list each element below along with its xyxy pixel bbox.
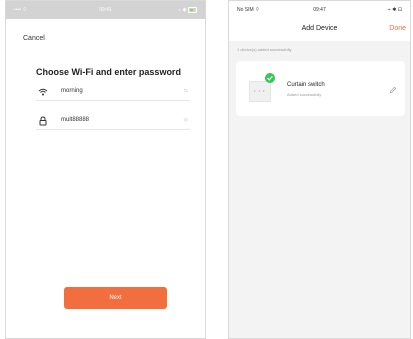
status-bar: •••• ⌔ 09:41 ⌁ ✱ xyxy=(6,1,205,19)
device-status: Added successfully xyxy=(287,92,322,97)
switch-network-icon[interactable]: ⇆ xyxy=(184,88,188,94)
device-card[interactable]: • • • Curtain switch Added successfully xyxy=(236,61,405,116)
status-time: 09:47 xyxy=(313,7,326,13)
status-bar: No SIM ⌔ 09:47 ⌁ ✱ ⊡ xyxy=(229,1,410,19)
curtain-switch-icon: • • • xyxy=(249,81,271,102)
page-title: Choose Wi-Fi and enter password xyxy=(36,67,181,77)
add-device-screen: No SIM ⌔ 09:47 ⌁ ✱ ⊡ Add Device Done 1 d… xyxy=(228,0,411,339)
status-icons: ⌁ ✱ xyxy=(178,7,187,14)
password-field[interactable]: mult88888 ◎ xyxy=(36,115,190,130)
nav-title: Add Device xyxy=(301,25,338,32)
wifi-setup-screen: •••• ⌔ 09:41 ⌁ ✱ Cancel Choose Wi-Fi and… xyxy=(5,0,206,339)
show-password-icon[interactable]: ◎ xyxy=(184,117,188,123)
added-count-note: 1 device(s) added successfully xyxy=(237,47,292,52)
cancel-button[interactable]: Cancel xyxy=(23,35,45,42)
status-indicators: ⌁ ✱ ⊡ xyxy=(387,7,402,13)
device-name: Curtain switch xyxy=(287,82,325,88)
battery-icon xyxy=(188,7,197,13)
nav-bar: Add Device Done xyxy=(229,19,410,41)
wifi-name-value: morning xyxy=(61,88,83,94)
status-time: 09:41 xyxy=(99,7,112,13)
edit-icon[interactable] xyxy=(389,86,397,94)
next-button[interactable]: Next xyxy=(64,287,167,309)
wifi-icon xyxy=(38,88,48,96)
status-indicators: ⌁ ✱ xyxy=(178,7,197,13)
done-button[interactable]: Done xyxy=(389,25,406,32)
check-badge-icon xyxy=(265,73,275,83)
password-value: mult88888 xyxy=(61,117,90,123)
wifi-name-field[interactable]: morning ⇆ xyxy=(36,86,190,101)
lock-icon xyxy=(39,116,47,126)
